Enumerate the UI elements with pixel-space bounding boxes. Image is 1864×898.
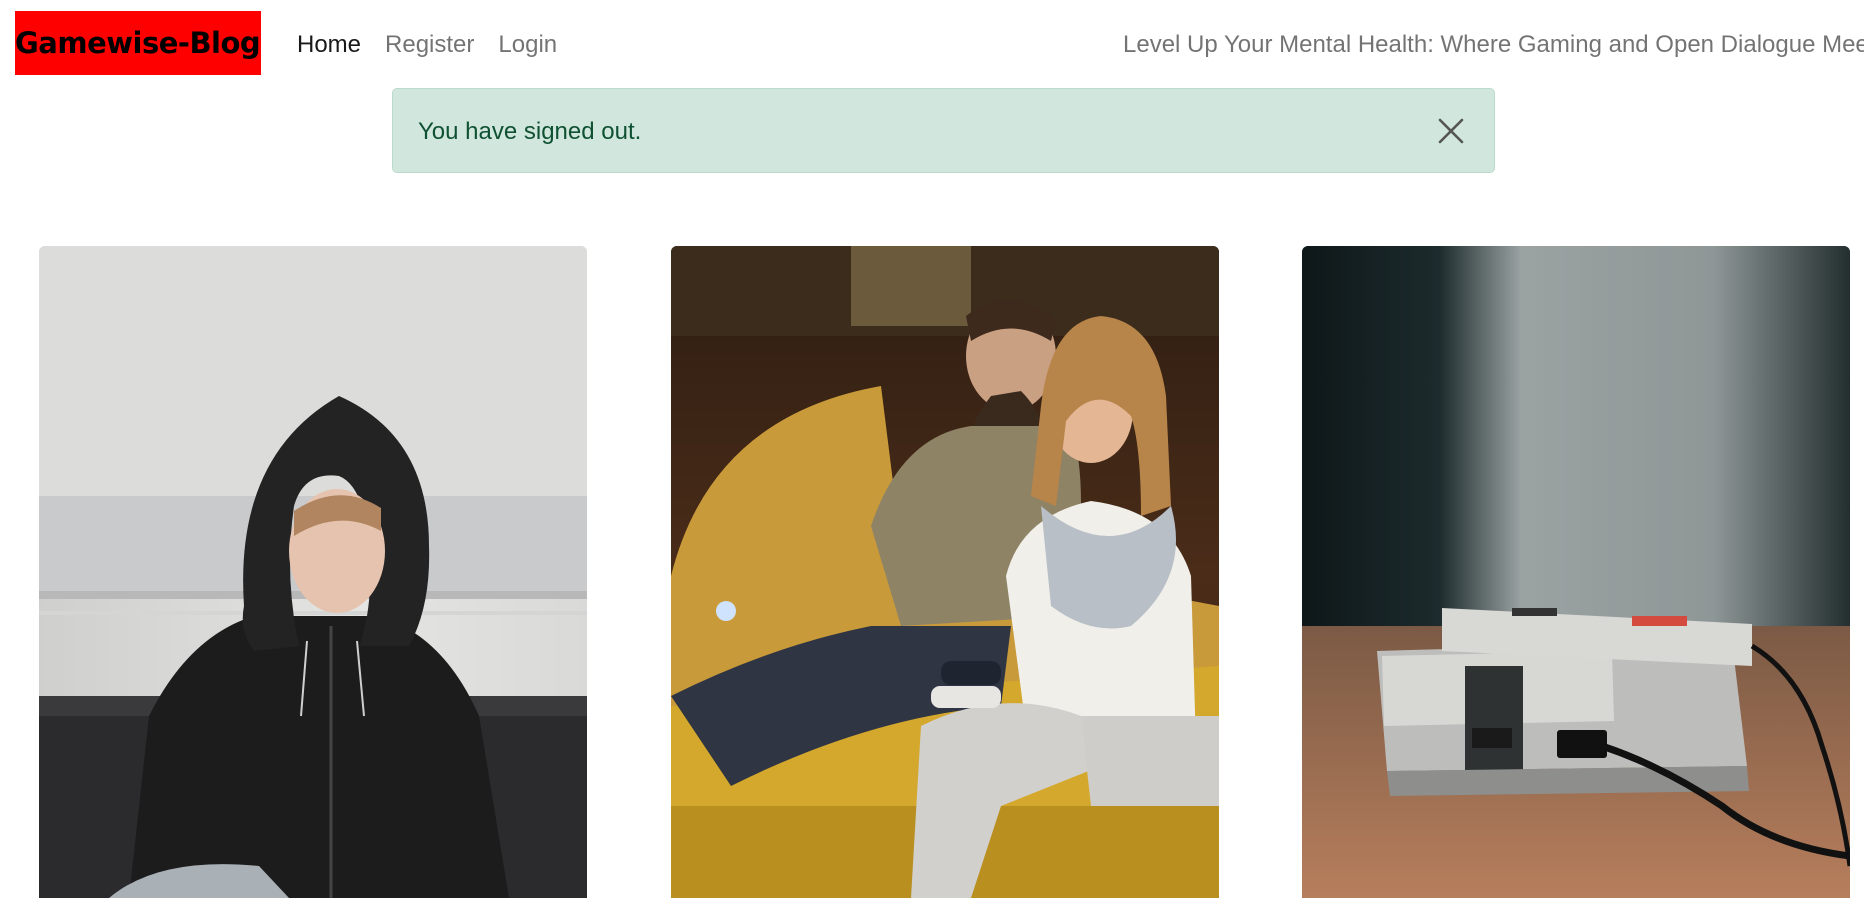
post-image-retro-console[interactable]: [1302, 246, 1850, 898]
nav-link-register[interactable]: Register: [385, 28, 474, 62]
nav-link-home[interactable]: Home: [297, 28, 361, 62]
top-navbar: Gamewise-Blog Home Register Login Level …: [0, 0, 1864, 88]
brand-logo-link[interactable]: Gamewise-Blog: [15, 11, 261, 75]
nav-link-login[interactable]: Login: [498, 28, 557, 62]
post-image-teen-hoodie[interactable]: [39, 246, 587, 898]
nav-links: Home Register Login: [297, 28, 581, 62]
post-image-couple-gaming[interactable]: [671, 246, 1219, 898]
signout-alert: You have signed out.: [392, 88, 1495, 173]
alert-message: You have signed out.: [418, 118, 642, 145]
close-icon[interactable]: [1436, 116, 1466, 146]
site-tagline: Level Up Your Mental Health: Where Gamin…: [1123, 31, 1864, 58]
